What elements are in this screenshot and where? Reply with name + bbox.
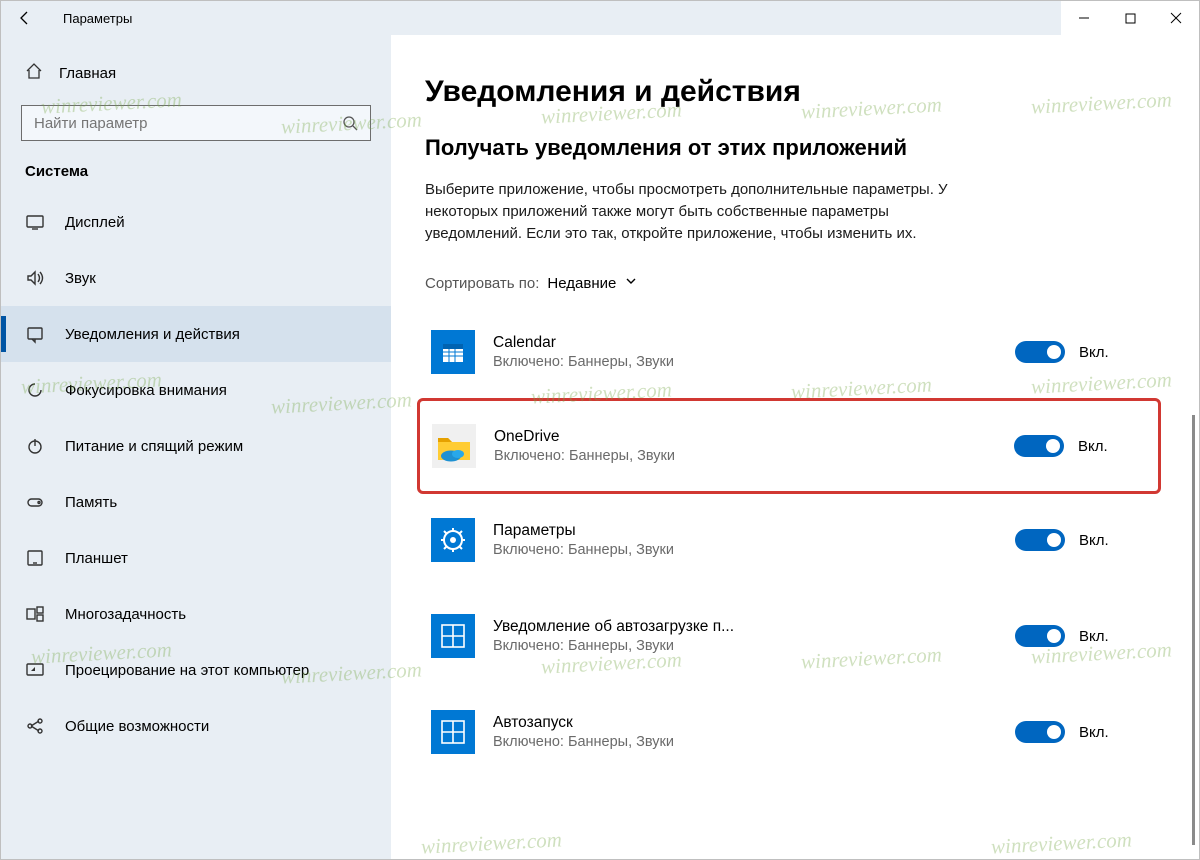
sidebar-home[interactable]: Главная <box>1 51 391 95</box>
notification-apps-list: Calendar Включено: Баннеры, Звуки Вкл. <box>425 304 1155 780</box>
window-title: Параметры <box>63 11 132 26</box>
sidebar-home-label: Главная <box>59 65 116 82</box>
sidebar-item-notifications[interactable]: Уведомления и действия <box>1 306 391 362</box>
notifications-icon <box>25 324 45 344</box>
maximize-button[interactable] <box>1107 1 1153 35</box>
app-detail: Включено: Баннеры, Звуки <box>493 542 997 558</box>
search-input-wrap[interactable] <box>21 105 371 141</box>
app-name: Автозапуск <box>493 714 997 732</box>
sidebar-item-power[interactable]: Питание и спящий режим <box>1 418 391 474</box>
shared-icon <box>25 716 45 736</box>
search-icon <box>342 115 358 131</box>
sidebar-item-label: Звук <box>65 270 96 287</box>
app-row-onedrive[interactable]: OneDrive Включено: Баннеры, Звуки Вкл. <box>417 398 1161 494</box>
multitasking-icon <box>25 604 45 624</box>
display-icon <box>25 212 45 232</box>
chevron-down-icon <box>624 274 638 292</box>
app-name: Параметры <box>493 522 997 540</box>
app-name: Calendar <box>493 334 997 352</box>
titlebar: Параметры <box>1 1 1199 35</box>
toggle-state: Вкл. <box>1079 724 1109 741</box>
tablet-icon <box>25 548 45 568</box>
sidebar-item-label: Уведомления и действия <box>65 326 240 343</box>
toggle-switch[interactable] <box>1015 625 1065 647</box>
focus-icon <box>25 380 45 400</box>
section-title: Получать уведомления от этих приложений <box>425 135 1155 161</box>
sidebar-item-tablet[interactable]: Планшет <box>1 530 391 586</box>
sidebar-item-display[interactable]: Дисплей <box>1 194 391 250</box>
toggle-switch[interactable] <box>1015 721 1065 743</box>
toggle-state: Вкл. <box>1079 344 1109 361</box>
sidebar-item-focus-assist[interactable]: Фокусировка внимания <box>1 362 391 418</box>
sort-label: Сортировать по: <box>425 275 539 292</box>
minimize-button[interactable] <box>1061 1 1107 35</box>
sidebar-category-label: Система <box>1 159 391 194</box>
sidebar-item-label: Планшет <box>65 550 128 567</box>
search-container <box>1 95 391 159</box>
storage-icon <box>25 492 45 512</box>
calendar-icon <box>431 330 475 374</box>
toggle-switch[interactable] <box>1014 435 1064 457</box>
sidebar-item-label: Дисплей <box>65 214 125 231</box>
home-icon <box>25 62 43 85</box>
app-detail: Включено: Баннеры, Звуки <box>494 448 996 464</box>
sidebar-item-multitasking[interactable]: Многозадачность <box>1 586 391 642</box>
app-row-settings[interactable]: Параметры Включено: Баннеры, Звуки Вкл. <box>425 492 1155 588</box>
toggle-switch[interactable] <box>1015 529 1065 551</box>
toggle-state: Вкл. <box>1079 532 1109 549</box>
settings-window: Параметры Главная <box>0 0 1200 860</box>
onedrive-icon <box>432 424 476 468</box>
app-row-calendar[interactable]: Calendar Включено: Баннеры, Звуки Вкл. <box>425 304 1155 400</box>
search-input[interactable] <box>34 115 342 132</box>
sidebar-item-label: Общие возможности <box>65 718 209 735</box>
window-grid-icon <box>431 614 475 658</box>
sidebar-item-label: Проецирование на этот компьютер <box>65 662 309 679</box>
sidebar-item-label: Многозадачность <box>65 606 186 623</box>
power-icon <box>25 436 45 456</box>
app-detail: Включено: Баннеры, Звуки <box>493 354 997 370</box>
sound-icon <box>25 268 45 288</box>
sort-dropdown[interactable]: Сортировать по: Недавние <box>425 274 1155 292</box>
toggle-switch[interactable] <box>1015 341 1065 363</box>
app-detail: Включено: Баннеры, Звуки <box>493 734 997 750</box>
sidebar-item-shared[interactable]: Общие возможности <box>1 698 391 754</box>
app-detail: Включено: Баннеры, Звуки <box>493 638 997 654</box>
close-button[interactable] <box>1153 1 1199 35</box>
app-row-autoplay[interactable]: Автозапуск Включено: Баннеры, Звуки Вкл. <box>425 684 1155 780</box>
toggle-state: Вкл. <box>1078 438 1108 455</box>
app-name: OneDrive <box>494 428 996 446</box>
app-row-startup-notification[interactable]: Уведомление об автозагрузке п... Включен… <box>425 588 1155 684</box>
sidebar-item-projecting[interactable]: Проецирование на этот компьютер <box>1 642 391 698</box>
sidebar-item-label: Память <box>65 494 117 511</box>
toggle-state: Вкл. <box>1079 628 1109 645</box>
page-title: Уведомления и действия <box>425 75 1155 109</box>
sidebar-item-label: Питание и спящий режим <box>65 438 243 455</box>
sidebar-item-sound[interactable]: Звук <box>1 250 391 306</box>
sidebar-nav: Дисплей Звук Уведомления и действия Фоку… <box>1 194 391 859</box>
window-grid-icon <box>431 710 475 754</box>
sidebar-item-storage[interactable]: Память <box>1 474 391 530</box>
sidebar-item-label: Фокусировка внимания <box>65 382 227 399</box>
content-pane: Уведомления и действия Получать уведомле… <box>391 35 1199 859</box>
settings-app-icon <box>431 518 475 562</box>
sidebar: Главная Система Дисплей Звук <box>1 35 391 859</box>
section-description: Выберите приложение, чтобы просмотреть д… <box>425 179 955 244</box>
sort-value: Недавние <box>547 275 616 292</box>
back-button[interactable] <box>1 1 49 35</box>
content-scrollbar[interactable] <box>1192 415 1195 845</box>
project-icon <box>25 660 45 680</box>
app-name: Уведомление об автозагрузке п... <box>493 618 997 636</box>
